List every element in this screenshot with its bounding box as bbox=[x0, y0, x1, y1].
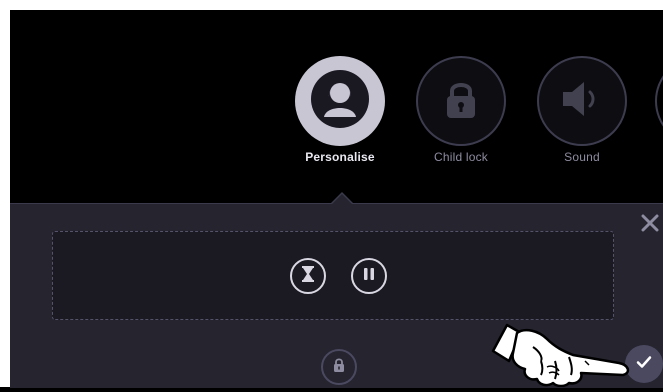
menu-item-label: Child lock bbox=[433, 150, 489, 164]
pause-icon bbox=[361, 266, 377, 287]
settings-menu-bar: Personalise Child lock Sound bbox=[10, 10, 663, 203]
menu-item-child-lock[interactable]: Child lock bbox=[413, 56, 509, 164]
speaker-icon bbox=[557, 77, 607, 126]
pointing-hand-icon bbox=[485, 317, 635, 388]
lock-button[interactable] bbox=[321, 349, 357, 385]
pause-button[interactable] bbox=[351, 258, 387, 294]
checkmark-icon bbox=[635, 353, 653, 376]
sound-circle bbox=[537, 56, 627, 146]
menu-item-label: Sound bbox=[564, 150, 600, 164]
lock-icon bbox=[439, 77, 483, 126]
menu-item-personalise[interactable]: Personalise bbox=[292, 56, 388, 164]
panel-pointer-fill bbox=[331, 194, 353, 205]
drop-zone bbox=[52, 231, 614, 320]
child-lock-circle bbox=[416, 56, 506, 146]
timer-button[interactable] bbox=[290, 258, 326, 294]
person-icon bbox=[310, 69, 370, 134]
close-icon bbox=[641, 214, 659, 237]
menu-item-label: Personalise bbox=[305, 150, 375, 164]
personalise-circle bbox=[295, 56, 385, 146]
close-button[interactable] bbox=[638, 213, 662, 237]
hourglass-icon bbox=[298, 264, 318, 289]
menu-item-partial[interactable] bbox=[655, 56, 663, 146]
menu-item-sound[interactable]: Sound bbox=[534, 56, 630, 164]
lock-icon bbox=[331, 357, 347, 378]
